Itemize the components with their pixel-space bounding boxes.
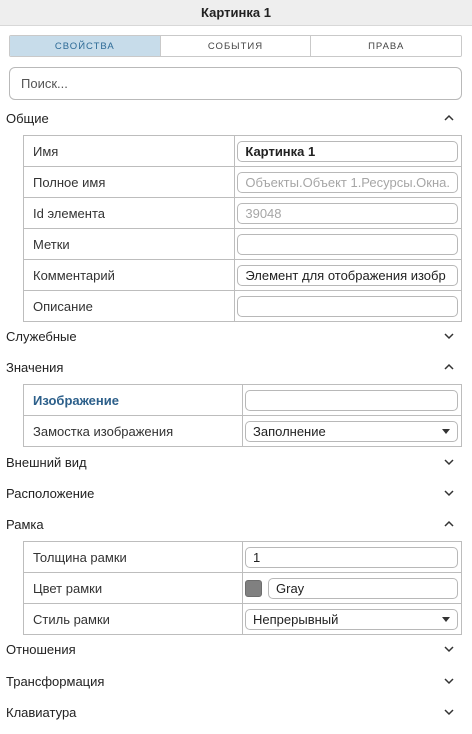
chevron-down-icon[interactable] [444,644,454,654]
chevron-up-icon[interactable] [444,362,454,372]
table-row: Толщина рамки 1 [23,541,462,573]
section-title: Расположение [6,485,95,501]
section-title: Внешний вид [6,454,87,470]
section-frame[interactable]: Рамка [0,512,472,536]
table-row: Id элемента 39048 [22,197,462,229]
section-title: Трансформация [6,673,105,689]
style-select[interactable]: Непрерывный [245,608,458,630]
tiling-select[interactable]: Заполнение [245,420,458,442]
tab-rights[interactable]: ПРАВА [311,36,461,56]
prop-label-comment: Комментарий [22,259,236,291]
section-title: Общие [6,110,49,126]
prop-label-tags: Метки [22,228,236,260]
tab-events[interactable]: СОБЫТИЯ [160,36,312,56]
prop-label-full-name: Полное имя [22,166,236,198]
section-title: Отношения [6,641,76,657]
section-relations[interactable]: Отношения [0,637,472,661]
full-name-field: Объекты.Объект 1.Ресурсы.Окна. [237,171,458,193]
table-row: Стиль рамки Непрерывный [23,603,462,635]
image-field[interactable] [245,389,458,411]
section-title: Рамка [6,516,44,532]
section-general[interactable]: Общие [0,106,472,130]
table-row: Метки [22,228,462,260]
chevron-up-icon[interactable] [444,113,454,123]
chevron-down-icon[interactable] [444,676,454,686]
prop-label-name: Имя [22,135,236,167]
tags-field[interactable] [237,233,458,255]
table-row: Полное имя Объекты.Объект 1.Ресурсы.Окна… [22,166,462,198]
dropdown-arrow-icon [442,428,450,434]
name-field[interactable]: Картинка 1 [237,140,458,162]
values-properties-table: Изображение Замостка изображения Заполне… [23,384,462,447]
search-input[interactable] [21,76,450,91]
section-layout[interactable]: Расположение [0,481,472,505]
table-row: Цвет рамки Gray [23,572,462,604]
chevron-down-icon[interactable] [444,488,454,498]
tiling-select-value: Заполнение [253,423,326,439]
color-swatch[interactable] [245,579,262,597]
section-title: Клавиатура [6,704,77,720]
general-properties-table: Имя Картинка 1 Полное имя Объекты.Объект… [22,135,462,322]
window-title: Картинка 1 [0,0,472,26]
chevron-up-icon[interactable] [444,519,454,529]
table-row: Описание [22,290,462,322]
color-field[interactable]: Gray [268,577,458,599]
chevron-down-icon[interactable] [444,457,454,467]
prop-label-color: Цвет рамки [23,572,243,604]
section-title: Служебные [6,328,77,344]
color-picker: Gray [245,577,458,599]
style-select-value: Непрерывный [253,611,339,627]
dropdown-arrow-icon [442,616,450,622]
prop-label-element-id: Id элемента [22,197,236,229]
chevron-down-icon[interactable] [444,331,454,341]
prop-label-thickness: Толщина рамки [23,541,243,573]
prop-label-image: Изображение [23,384,243,416]
prop-label-style: Стиль рамки [23,603,243,635]
element-id-field: 39048 [237,202,458,224]
section-transform[interactable]: Трансформация [0,669,472,693]
section-values[interactable]: Значения [0,355,472,379]
description-field[interactable] [237,295,458,317]
section-keyboard[interactable]: Клавиатура [0,700,472,724]
tab-properties[interactable]: СВОЙСТВА [10,36,161,56]
thickness-field[interactable]: 1 [245,546,458,568]
frame-properties-table: Толщина рамки 1 Цвет рамки Gray Стиль ра… [23,541,462,635]
table-row: Изображение [23,384,462,416]
prop-label-description: Описание [22,290,236,322]
table-row: Замостка изображения Заполнение [23,415,462,447]
section-appearance[interactable]: Внешний вид [0,450,472,474]
comment-field[interactable]: Элемент для отображения изобр [237,264,458,286]
chevron-down-icon[interactable] [444,707,454,717]
section-service[interactable]: Служебные [0,324,472,348]
tab-bar: СВОЙСТВА СОБЫТИЯ ПРАВА [9,35,462,57]
section-title: Значения [6,359,64,375]
prop-label-tiling: Замостка изображения [23,415,243,447]
table-row: Имя Картинка 1 [22,135,462,167]
table-row: Комментарий Элемент для отображения изоб… [22,259,462,291]
search-box [9,67,462,100]
